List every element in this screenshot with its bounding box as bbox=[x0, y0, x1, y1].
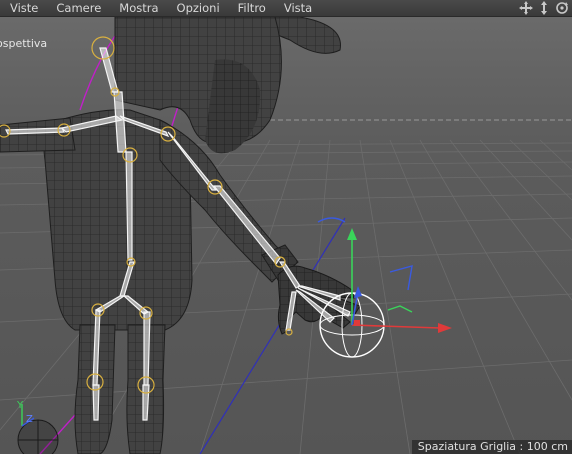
menu-camere[interactable]: Camere bbox=[46, 0, 109, 16]
menu-mostra[interactable]: Mostra bbox=[109, 0, 166, 16]
pan-view-icon[interactable] bbox=[536, 0, 552, 16]
3d-viewport[interactable]: ospettiva Y Z Spaziatura Griglia: 100 c… bbox=[0, 17, 572, 454]
view-name-label: ospettiva bbox=[0, 37, 48, 50]
axis-indicator-y-label: Y bbox=[16, 400, 24, 411]
menu-bar: Viste Camere Mostra Opzioni Filtro Vista bbox=[0, 0, 572, 17]
menu-vista[interactable]: Vista bbox=[274, 0, 320, 16]
gizmo-center-handle[interactable] bbox=[354, 320, 360, 326]
axis-indicator-z-label: Z bbox=[26, 414, 33, 425]
menu-opzioni[interactable]: Opzioni bbox=[167, 0, 228, 16]
menu-filtro[interactable]: Filtro bbox=[228, 0, 274, 16]
view-navigation bbox=[518, 0, 570, 16]
grid-spacing-status: Spaziatura Griglia : 100 cm bbox=[411, 440, 572, 454]
move-view-icon[interactable] bbox=[518, 0, 534, 16]
rotate-view-icon[interactable] bbox=[554, 0, 570, 16]
scene-canvas[interactable]: Y Z bbox=[0, 17, 572, 454]
menu-viste[interactable]: Viste bbox=[0, 0, 46, 16]
